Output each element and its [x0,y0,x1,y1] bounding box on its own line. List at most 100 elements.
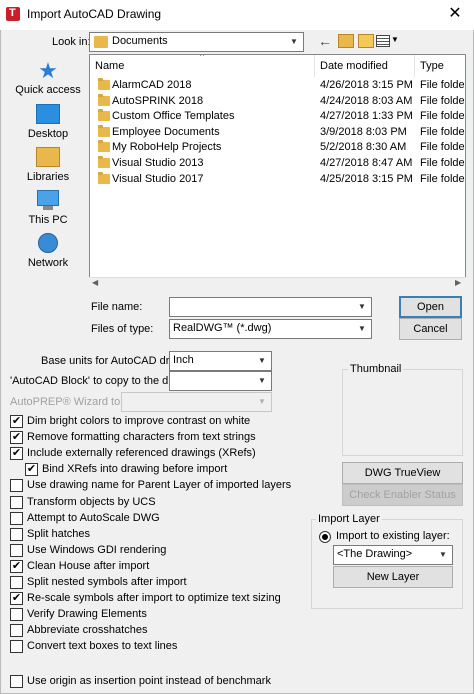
option-checkbox[interactable]: ✔ [10,447,23,461]
folder-icon [98,109,110,122]
file-type: File folder [420,172,466,185]
file-row[interactable]: Employee Documents 3/9/2018 8:03 PM File f… [90,124,466,141]
file-row[interactable]: My RoboHelp Projects 5/2/2018 8:30 AM File… [90,140,465,156]
option-label: Clean House after import [27,559,150,572]
option-checkbox[interactable] [10,479,23,493]
file-type: File folder [420,94,466,107]
base-units-select[interactable]: Inch ▼ [169,351,272,371]
acad-block-select[interactable]: ▼ [169,371,272,391]
option-label: Split nested symbols after import [27,576,187,588]
option-label: Abbreviate crosshatches [27,624,148,637]
file-row[interactable]: AutoSPRINK 2018 4/24/2018 8:03 AM File fol… [90,93,466,110]
file-type: File folder [420,110,466,123]
file-date: 5/2/2018 8:30 AM [320,141,407,154]
folder-icon [98,93,110,106]
import-existing-layer-label: Import to existing layer: [336,530,450,542]
option-checkbox[interactable]: ✔ [10,592,23,606]
computer-icon [36,190,60,212]
folder-icon [98,171,110,184]
chevron-down-icon: ▼ [254,394,270,410]
option-label: Verify Drawing Elements [27,608,147,621]
file-row[interactable]: AlarmCAD 2018 4/26/2018 3:15 PM File folde… [90,78,465,94]
option-checkbox[interactable]: ✔ [25,463,38,477]
option-label: Attempt to AutoScale DWG [27,511,160,524]
place-libraries[interactable]: Libraries [12,147,84,183]
place-network[interactable]: Network [12,233,84,269]
place-label: This PC [28,214,68,226]
place-this-pc[interactable]: This PC [12,190,84,226]
network-icon [36,233,60,255]
place-desktop[interactable]: Desktop [12,104,84,140]
file-type: File folder [420,125,466,138]
back-arrow-icon[interactable]: ← [318,33,334,49]
up-folder-icon[interactable] [338,34,354,48]
place-label: Libraries [26,171,70,183]
place-quick-access[interactable]: ★ Quick access [12,60,84,97]
column-header-date[interactable]: Date modified [315,55,415,77]
new-folder-icon[interactable] [358,34,374,48]
option-checkbox[interactable] [10,624,23,638]
view-dropdown-icon[interactable]: ▼ [391,35,399,44]
option-checkbox[interactable] [10,527,23,541]
autoprep-select: ▼ [121,392,272,412]
file-row[interactable]: Visual Studio 2013 4/27/2018 8:47 AM File … [90,156,466,172]
layer-select[interactable]: <The Drawing> ▼ [333,545,453,565]
desktop-icon [36,104,60,126]
file-row[interactable]: Visual Studio 2017 4/25/2018 3:15 PM File … [90,171,466,188]
option-checkbox[interactable] [10,640,23,654]
file-date: 4/24/2018 8:03 AM [320,94,413,107]
dwg-trueview-button[interactable]: DWG TrueView [342,462,463,484]
chevron-down-icon: ▼ [354,321,370,337]
lookin-combo[interactable]: Documents ▼ [89,32,304,52]
scroll-left-icon[interactable]: ◀ [92,278,98,287]
view-menu-icon[interactable] [376,35,390,47]
close-button[interactable]: ✕ [438,2,472,26]
file-list[interactable]: Name ^ Date modified Type AlarmCAD 2018 4… [89,54,466,290]
option-checkbox[interactable] [10,511,23,525]
filetype-label: Files of type: [91,323,154,335]
option-label: Dim bright colors to improve contrast on… [27,415,251,427]
column-header-type[interactable]: Type [415,55,465,77]
file-name: AlarmCAD 2018 [112,79,192,91]
option-checkbox[interactable] [10,495,23,509]
option-label: Transform objects by UCS [27,495,156,508]
import-layer-label: Import Layer [316,513,382,525]
import-existing-layer-radio[interactable] [319,531,331,543]
option-checkbox[interactable]: ✔ [10,559,23,573]
thumbnail-group [342,369,463,456]
file-name: AutoSPRINK 2018 [112,94,204,107]
filename-input[interactable]: ▼ [169,297,372,317]
option-label: Re-scale symbols after import to optimiz… [27,592,281,605]
filetype-select[interactable]: RealDWG™ (*.dwg) ▼ [169,319,372,339]
folder-icon [98,156,110,168]
option-checkbox[interactable]: ✔ [10,431,23,445]
cancel-button[interactable]: Cancel [399,318,462,340]
filename-label: File name: [91,301,143,313]
option-label: Include externally referenced drawings (… [27,447,256,460]
file-date: 3/9/2018 8:03 PM [320,125,407,138]
app-icon [6,7,20,21]
chevron-down-icon: ▼ [286,34,302,50]
option-checkbox[interactable] [10,608,23,622]
chevron-down-icon: ▼ [435,547,451,563]
option-label: Convert text boxes to text lines [27,640,178,653]
option-checkbox[interactable]: ✔ [10,415,23,428]
window-title: Import AutoCAD Drawing [27,7,162,21]
option-checkbox[interactable] [10,543,23,557]
base-units-value: Inch [173,354,194,366]
file-name: Visual Studio 2017 [112,172,204,185]
filetype-value: RealDWG™ (*.dwg) [173,322,272,334]
option-checkbox[interactable] [10,576,23,589]
file-type: File folder [420,157,466,169]
use-origin-checkbox[interactable] [10,675,23,688]
chevron-down-icon: ▼ [254,373,270,389]
file-row[interactable]: Custom Office Templates 4/27/2018 1:33 PM… [90,109,466,125]
option-label: Use drawing name for Parent Layer of imp… [27,479,292,492]
scroll-right-icon[interactable]: ▶ [455,278,461,287]
folder-icon [98,124,110,137]
lookin-label: Look in: [52,36,91,48]
place-label: Quick access [15,84,81,96]
new-layer-button[interactable]: New Layer [333,566,453,588]
horizontal-scrollbar[interactable]: ◀ ▶ [89,277,466,290]
open-button[interactable]: Open [399,296,462,318]
